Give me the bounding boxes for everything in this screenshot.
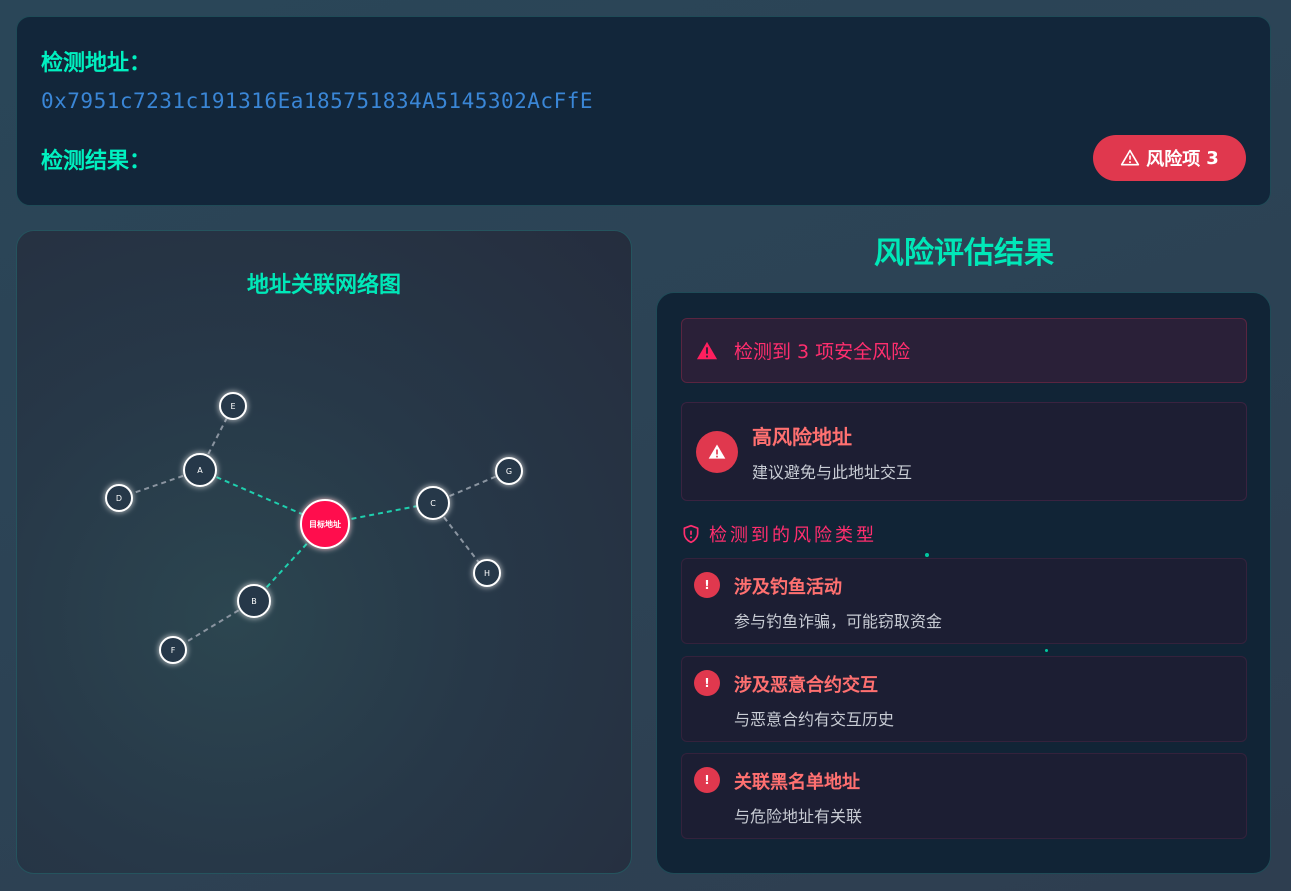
network-graph: 目标地址 A B C D E F G H — [105, 392, 523, 664]
node-b-label: B — [251, 597, 257, 606]
risk-types-heading: 检测到的风险类型 — [681, 521, 877, 547]
node-a-label: A — [197, 466, 203, 475]
result-label: 检测结果： — [41, 149, 152, 174]
alert-text: 检测到 3 项安全风险 — [734, 341, 911, 363]
node-c-label: C — [430, 499, 436, 508]
graph-node-c[interactable]: C — [416, 486, 450, 520]
risk-badge-label: 风险项 — [1146, 149, 1201, 170]
warning-triangle-icon — [696, 341, 718, 359]
node-e-label: E — [230, 402, 235, 411]
assessment-card: 检测到 3 项安全风险 高风险地址 建议避免与此地址交互 检测到的风险类型 ! … — [656, 292, 1271, 874]
risk-item-desc: 参与钓鱼诈骗，可能窃取资金 — [734, 612, 943, 631]
risk-badge-count: 3 — [1206, 147, 1219, 169]
risk-item-desc: 与恶意合约有交互历史 — [734, 710, 895, 729]
node-f-label: F — [171, 646, 176, 655]
risk-item-title: 涉及钓鱼活动 — [734, 577, 842, 598]
graph-node-center[interactable]: 目标地址 — [300, 499, 350, 549]
graph-node-a[interactable]: A — [183, 453, 217, 487]
graph-node-e[interactable]: E — [219, 392, 247, 420]
graph-node-d[interactable]: D — [105, 484, 133, 512]
address-value: 0x7951c7231c191316Ea185751834A5145302AcF… — [41, 89, 594, 113]
graph-node-b[interactable]: B — [237, 584, 271, 618]
warning-triangle-icon — [1121, 149, 1140, 166]
risk-count-badge[interactable]: 风险项 3 — [1093, 135, 1246, 181]
risk-item[interactable]: ! 关联黑名单地址 与危险地址有关联 — [681, 753, 1247, 839]
warning-triangle-icon — [696, 431, 738, 473]
detection-card: 检测地址： 0x7951c7231c191316Ea185751834A5145… — [16, 16, 1271, 206]
risk-alert-banner: 检测到 3 项安全风险 — [681, 318, 1247, 383]
exclamation-icon: ! — [694, 767, 720, 793]
node-g-label: G — [506, 467, 512, 476]
risk-item-title: 关联黑名单地址 — [734, 772, 860, 793]
exclamation-icon: ! — [694, 572, 720, 598]
center-node-label: 目标地址 — [309, 519, 341, 529]
risk-item[interactable]: ! 涉及钓鱼活动 参与钓鱼诈骗，可能窃取资金 — [681, 558, 1247, 644]
network-graph-card: 地址关联网络图 目标地址 A B C D E F G H — [16, 230, 632, 874]
node-d-label: D — [116, 494, 122, 503]
summary-desc: 建议避免与此地址交互 — [752, 463, 913, 482]
risk-item[interactable]: ! 涉及恶意合约交互 与恶意合约有交互历史 — [681, 656, 1247, 742]
summary-title: 高风险地址 — [752, 425, 852, 449]
graph-node-f[interactable]: F — [159, 636, 187, 664]
assessment-title: 风险评估结果 — [874, 236, 1054, 271]
risk-item-desc: 与危险地址有关联 — [734, 807, 863, 826]
exclamation-icon: ! — [694, 670, 720, 696]
risk-summary-box: 高风险地址 建议避免与此地址交互 — [681, 402, 1247, 501]
decorative-dot — [925, 553, 929, 557]
risk-types-heading-text: 检测到的风险类型 — [709, 525, 877, 546]
graph-node-g[interactable]: G — [495, 457, 523, 485]
node-h-label: H — [484, 569, 490, 578]
graph-node-h[interactable]: H — [473, 559, 501, 587]
shield-alert-icon — [683, 524, 699, 544]
risk-item-title: 涉及恶意合约交互 — [734, 675, 878, 696]
address-label: 检测地址： — [41, 51, 152, 76]
decorative-dot — [1045, 649, 1048, 652]
